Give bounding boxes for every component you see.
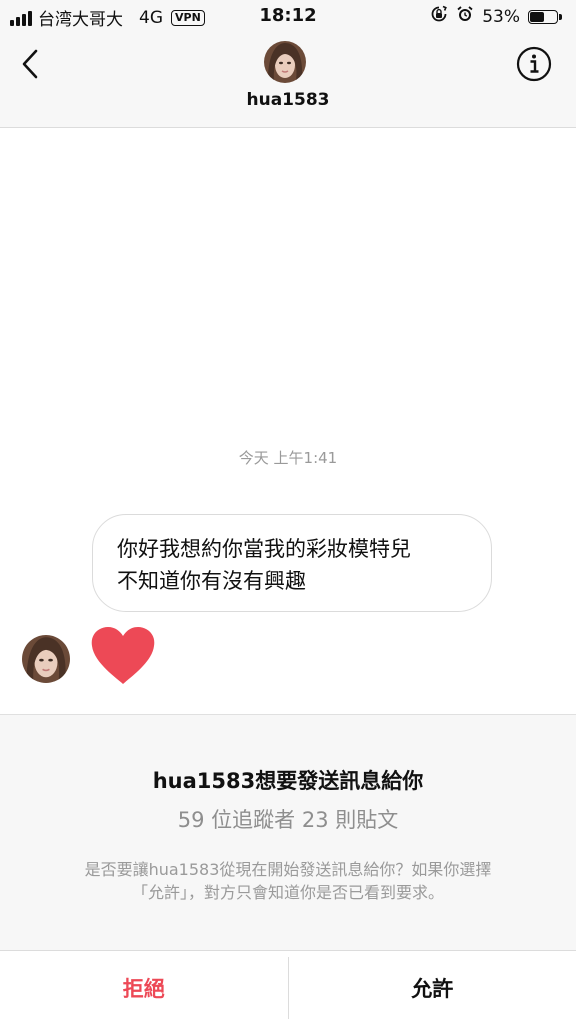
battery-percent: 53%: [482, 6, 520, 27]
allow-button[interactable]: 允許: [289, 951, 576, 1024]
sender-avatar[interactable]: [22, 635, 70, 683]
request-title: hua1583想要發送訊息給你: [152, 769, 424, 793]
back-button[interactable]: [14, 46, 50, 82]
alarm-icon: [456, 5, 474, 28]
chevron-left-icon: [22, 49, 38, 79]
status-right: 53%: [430, 5, 562, 28]
conversation-header: hua1583: [0, 32, 576, 128]
message-line: 不知道你有沒有興趣: [117, 569, 306, 593]
request-action-bar: 拒絕 允許: [0, 950, 576, 1024]
status-bar: 台湾大哥大 4G VPN 18:12 53%: [0, 0, 576, 32]
info-button[interactable]: [516, 46, 552, 82]
message-request-panel: hua1583想要發送訊息給你 59 位追蹤者 23 則貼文 是否要讓hua15…: [0, 714, 576, 951]
message-line: 你好我想約你當我的彩妝模特兒: [117, 537, 411, 561]
dm-request-screen: 台湾大哥大 4G VPN 18:12 53% hua1583 今天 上午1:41…: [0, 0, 576, 1024]
header-avatar[interactable]: [264, 41, 306, 83]
rotation-lock-icon: [430, 5, 448, 28]
heart-icon: [91, 627, 155, 684]
decline-button[interactable]: 拒絕: [0, 951, 288, 1024]
battery-icon: [528, 9, 562, 24]
info-icon: [516, 46, 552, 82]
request-description: 是否要讓hua1583從現在開始發送訊息給你？如果你選擇 「允許」，對方只會知道…: [40, 858, 536, 904]
request-stats: 59 位追蹤者 23 則貼文: [177, 808, 399, 832]
request-description-line: 是否要讓hua1583從現在開始發送訊息給你？如果你選擇: [84, 860, 492, 879]
heart-message[interactable]: [90, 626, 156, 686]
message-bubble[interactable]: 你好我想約你當我的彩妝模特兒 不知道你有沒有興趣: [92, 514, 492, 612]
header-username[interactable]: hua1583: [0, 90, 576, 110]
request-description-line: 「允許」，對方只會知道你是否已看到要求。: [131, 883, 444, 902]
message-timestamp: 今天 上午1:41: [238, 449, 338, 467]
